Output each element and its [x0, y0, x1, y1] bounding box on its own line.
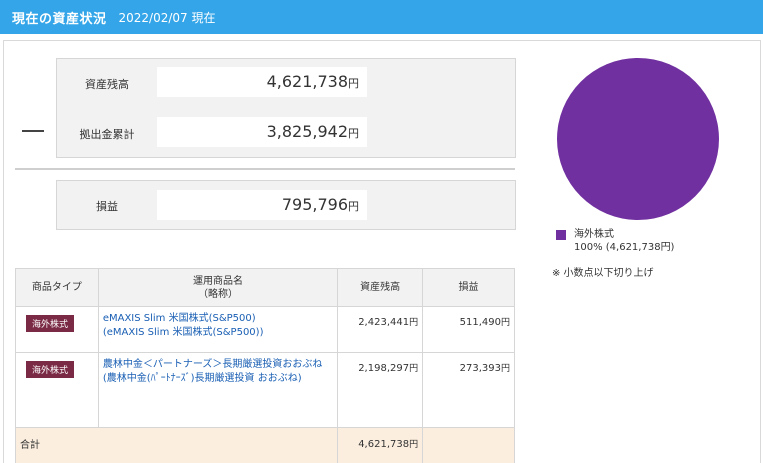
summary-box-balance-contribution: 資産残高 4,621,738円 拠出金累計 3,825,942円	[56, 58, 516, 158]
product-type-cell: 海外株式	[15, 352, 99, 428]
page-title: 現在の資産状況	[12, 11, 107, 27]
fund-short-name: (農林中金(ﾊﾟｰﾄﾅｰｽﾞ)長期厳選投資 おおぶね)	[102, 372, 302, 384]
profit-cell: 273,393円	[422, 352, 515, 428]
legend-label: 海外株式	[574, 229, 614, 240]
page-header: 現在の資産状況 2022/02/07 現在	[0, 0, 763, 34]
total-row: 合計 4,621,738円	[14, 427, 515, 463]
holdings-table: 商品タイプ 運用商品名 （略称） 資産残高 損益 海外株式 eMAXIS Sli…	[14, 268, 515, 463]
total-label: 合計	[14, 427, 339, 463]
chart-legend: 海外株式 100% (4,621,738円)	[556, 229, 674, 254]
balance-label: 資産残高	[85, 78, 129, 91]
contribution-label: 拠出金累計	[79, 128, 135, 141]
profit-value: 795,796円	[157, 190, 367, 220]
col-header-profit: 損益	[422, 268, 515, 307]
profit-label: 損益	[96, 200, 118, 213]
col-header-balance: 資産残高	[337, 268, 424, 307]
contribution-value: 3,825,942円	[157, 117, 367, 147]
fund-name-link[interactable]: 農林中金＜パートナーズ＞長期厳選投資おおぶね	[103, 358, 333, 372]
profit-cell: 511,490円	[422, 306, 515, 353]
legend-swatch	[556, 230, 566, 240]
rounding-note: ※ 小数点以下切り上げ	[552, 268, 654, 279]
total-profit-empty	[422, 427, 515, 463]
table-row: 海外株式 農林中金＜パートナーズ＞長期厳選投資おおぶね (農林中金(ﾊﾟｰﾄﾅｰ…	[15, 352, 515, 428]
legend-detail: 100% (4,621,738円)	[574, 241, 675, 253]
product-type-cell: 海外株式	[15, 306, 99, 353]
as-of-date: 2022/02/07 現在	[118, 10, 216, 25]
product-type-badge: 海外株式	[26, 361, 75, 378]
col-header-type: 商品タイプ	[15, 268, 99, 307]
col-header-name: 運用商品名 （略称）	[97, 268, 339, 307]
fund-short-name: (eMAXIS Slim 米国株式(S&P500))	[102, 326, 264, 338]
total-balance: 4,621,738円	[337, 427, 424, 463]
summary-box-profit: 損益 795,796円	[56, 180, 516, 230]
balance-value: 4,621,738円	[157, 67, 367, 97]
fund-name-link[interactable]: eMAXIS Slim 米国株式(S&P500)	[103, 312, 333, 326]
table-row: 海外株式 eMAXIS Slim 米国株式(S&P500) (eMAXIS Sl…	[15, 306, 515, 353]
product-type-badge: 海外株式	[26, 315, 75, 332]
pie-slice-0	[557, 58, 719, 220]
minus-sign	[22, 130, 44, 132]
fund-name-cell: eMAXIS Slim 米国株式(S&P500) (eMAXIS Slim 米国…	[97, 306, 339, 353]
balance-cell: 2,423,441円	[337, 306, 424, 353]
fund-name-cell: 農林中金＜パートナーズ＞長期厳選投資おおぶね (農林中金(ﾊﾟｰﾄﾅｰｽﾞ)長期…	[97, 352, 339, 428]
balance-cell: 2,198,297円	[337, 352, 424, 428]
table-header-row: 商品タイプ 運用商品名 （略称） 資産残高 損益	[15, 268, 515, 307]
summary-divider	[15, 168, 515, 170]
asset-allocation-pie-chart	[557, 58, 719, 220]
